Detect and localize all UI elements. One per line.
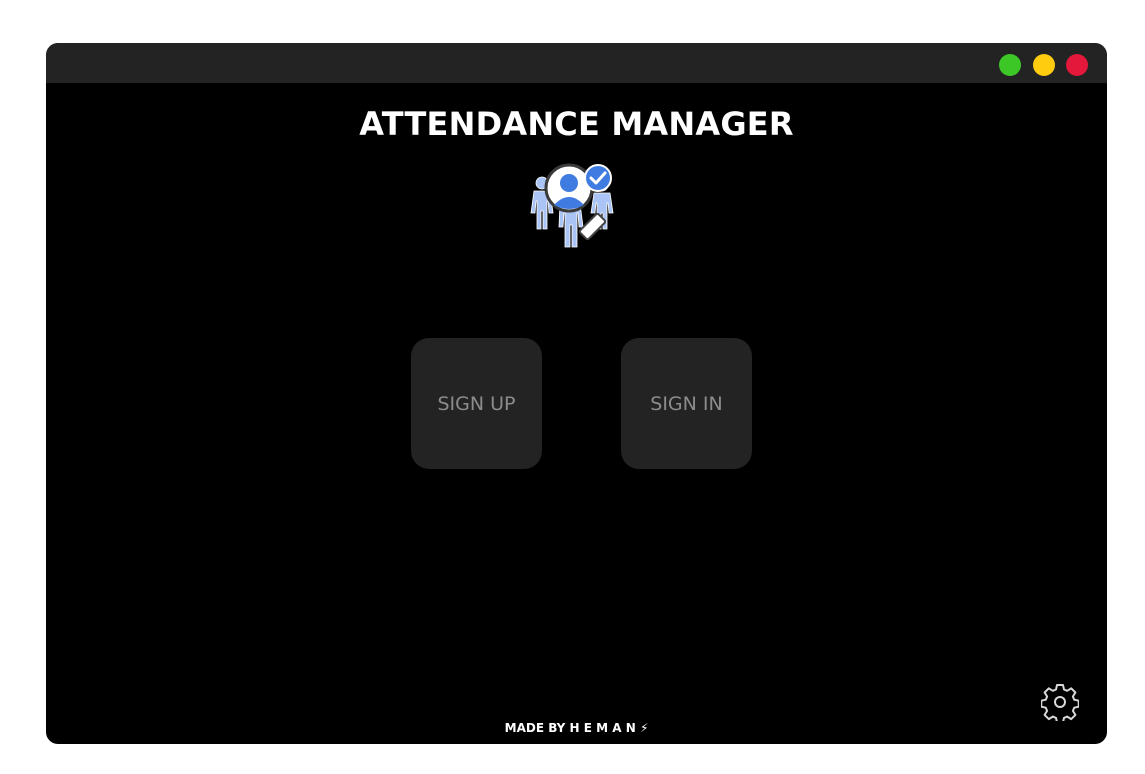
sign-in-button[interactable]: SIGN IN xyxy=(621,338,752,469)
attendance-people-search-icon xyxy=(524,161,618,255)
sign-in-label: SIGN IN xyxy=(650,392,723,415)
close-button[interactable] xyxy=(1066,54,1088,76)
footer-credit: MADE BY H E M A N ⚡ xyxy=(504,721,649,735)
page-title: ATTENDANCE MANAGER xyxy=(359,105,794,143)
sign-up-label: SIGN UP xyxy=(437,392,516,415)
minimize-button[interactable] xyxy=(1033,54,1055,76)
gear-icon[interactable] xyxy=(1040,683,1080,724)
title-bar[interactable] xyxy=(46,43,1107,83)
app-window: ATTENDANCE MANAGER SIGN UP SIGN IN MADE … xyxy=(46,43,1107,744)
sign-up-button[interactable]: SIGN UP xyxy=(411,338,542,469)
maximize-button[interactable] xyxy=(999,54,1021,76)
